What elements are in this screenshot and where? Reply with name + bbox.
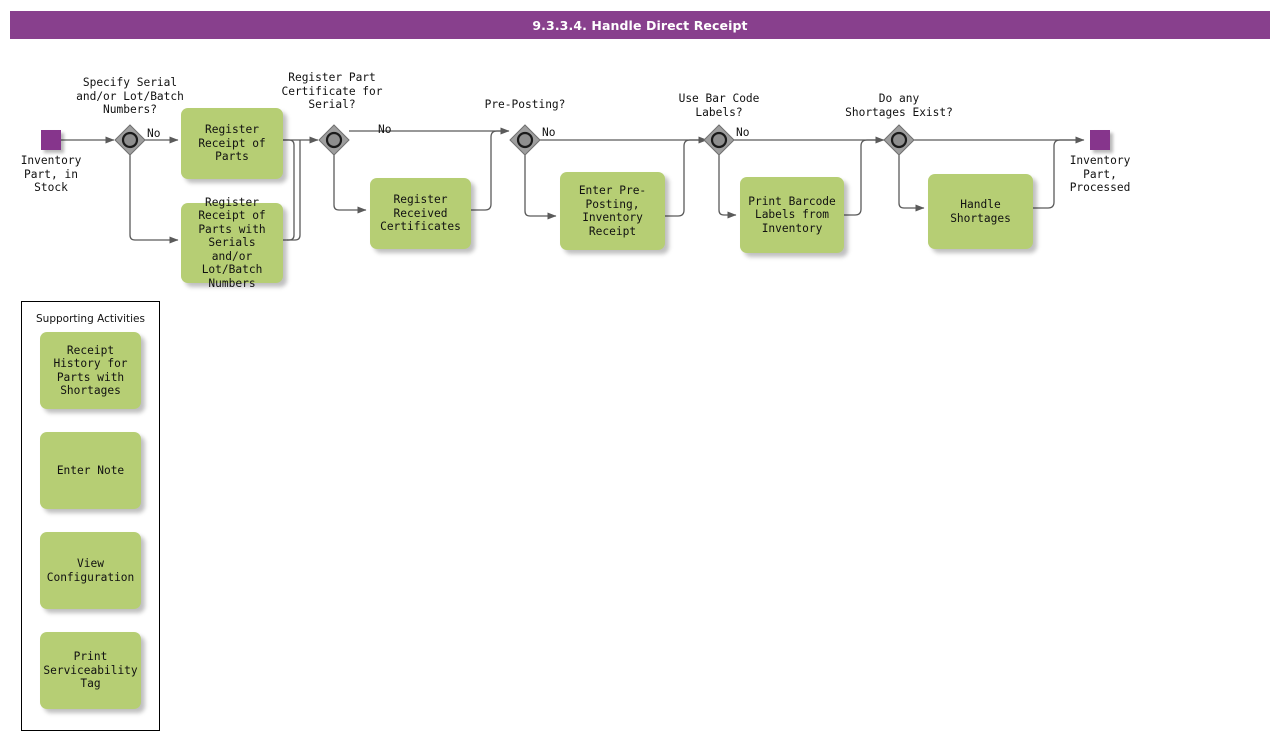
gateway-shape-3[interactable] bbox=[509, 124, 541, 156]
support-enter-note[interactable]: Enter Note bbox=[40, 432, 141, 509]
end-event-label: Inventory Part, Processed bbox=[1069, 154, 1131, 195]
edge-gw5-yes bbox=[898, 155, 925, 212]
edge-gw4-yes bbox=[718, 155, 737, 219]
flowchart-canvas: Inventory Part, in Stock Inventory Part,… bbox=[0, 0, 1280, 740]
gateway-branch-label-3: No bbox=[542, 126, 556, 139]
start-event-label: Inventory Part, in Stock bbox=[20, 154, 82, 195]
edge-task5-merge bbox=[844, 139, 880, 216]
gateway-label-pre-posting: Pre-Posting? bbox=[484, 98, 566, 111]
edge-gw1-yes bbox=[129, 155, 179, 244]
gateway-shape-5[interactable] bbox=[883, 124, 915, 156]
gateway-shape-2[interactable] bbox=[318, 124, 350, 156]
support-view-configuration[interactable]: View Configuration bbox=[40, 532, 141, 609]
gateway-branch-label-2: No bbox=[378, 123, 392, 136]
task-register-receipt-of-parts[interactable]: Register Receipt of Parts bbox=[181, 108, 283, 179]
edge-gw2-yes bbox=[333, 146, 367, 214]
task-register-received-certificates[interactable]: Register Received Certificates bbox=[370, 178, 471, 249]
gateway-label-specify-serial: Specify Serial and/or Lot/Batch Numbers? bbox=[76, 76, 184, 117]
gateway-label-shortages-exist: Do any Shortages Exist? bbox=[845, 92, 953, 119]
edge-task3-merge bbox=[471, 130, 505, 211]
task-enter-pre-posting-inventory-receipt[interactable]: Enter Pre- Posting, Inventory Receipt bbox=[560, 172, 665, 250]
task-handle-shortages[interactable]: Handle Shortages bbox=[928, 174, 1033, 249]
supporting-activities-title: Supporting Activities bbox=[36, 313, 145, 325]
edge-gw3-yes bbox=[524, 155, 557, 220]
gateway-label-register-part-certificate: Register Part Certificate for Serial? bbox=[281, 71, 383, 112]
edge-task2-merge bbox=[283, 140, 301, 241]
end-event[interactable] bbox=[1090, 130, 1110, 150]
gateway-shape-1[interactable] bbox=[114, 124, 146, 156]
start-event[interactable] bbox=[41, 130, 61, 150]
support-receipt-history-for-parts-with-shortages[interactable]: Receipt History for Parts with Shortages bbox=[40, 332, 141, 409]
support-print-serviceability-tag[interactable]: Print Serviceability Tag bbox=[40, 632, 141, 709]
task-register-receipt-of-parts-with-serials[interactable]: Register Receipt of Parts with Serials a… bbox=[181, 196, 283, 290]
gateway-label-use-bar-code: Use Bar Code Labels? bbox=[678, 92, 760, 119]
task-print-barcode-labels-from-inventory[interactable]: Print Barcode Labels from Inventory bbox=[740, 177, 844, 253]
gateway-branch-label-1: No bbox=[147, 127, 161, 140]
gateway-branch-label-4: No bbox=[736, 126, 750, 139]
edge-task1-merge bbox=[283, 139, 295, 241]
gateway-shape-4[interactable] bbox=[703, 124, 735, 156]
edge-task4-merge bbox=[665, 139, 703, 217]
